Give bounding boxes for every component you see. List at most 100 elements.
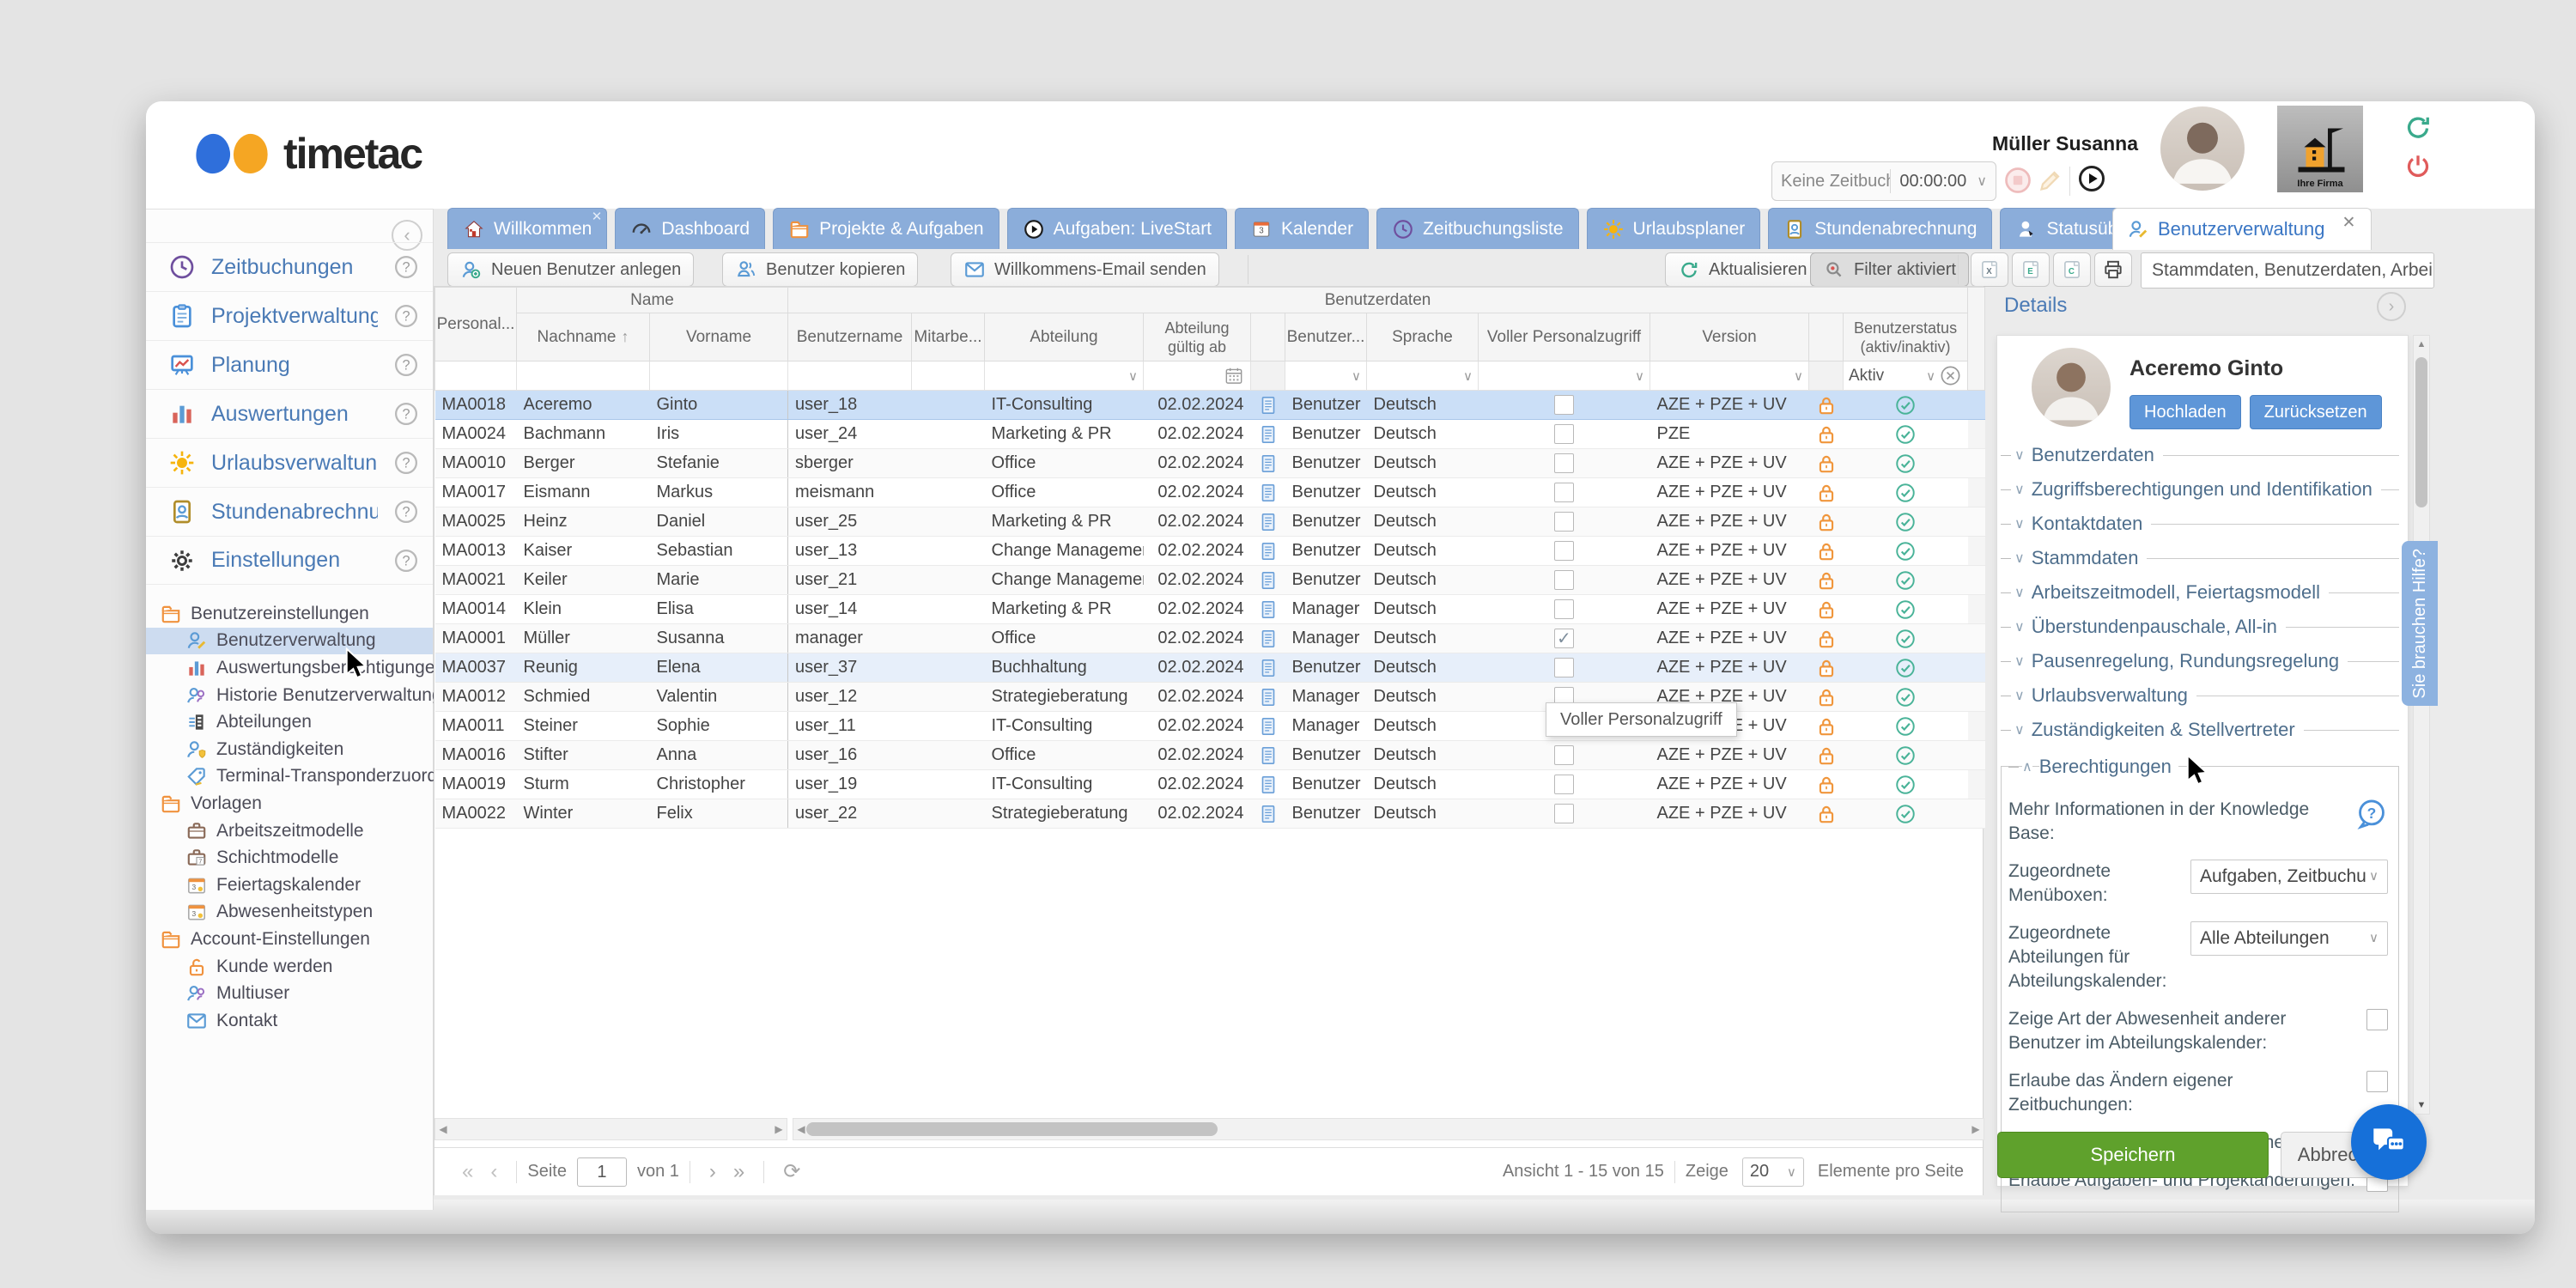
filter-status-select[interactable]: Aktiv ∨: [1844, 361, 1968, 391]
full-access-checkbox[interactable]: [1554, 629, 1574, 648]
table-row[interactable]: MA0016 Stifter Anna user_16 Office 02.02…: [435, 741, 1985, 770]
lock-icon[interactable]: [1815, 744, 1838, 767]
tree-item[interactable]: 3 Abwesenheitstypen: [146, 899, 433, 927]
chevron-down-icon[interactable]: ∨: [1975, 173, 1996, 190]
col-benutzerstatus[interactable]: Benutzerstatus (aktiv/inaktiv): [1844, 313, 1968, 361]
col-personalnr[interactable]: Personal...: [435, 288, 517, 361]
user-document-icon[interactable]: [1257, 482, 1279, 504]
full-access-checkbox[interactable]: [1554, 512, 1574, 532]
upload-photo-button[interactable]: Hochladen: [2129, 395, 2241, 429]
departments-dropdown[interactable]: Alle Abteilungen∨: [2190, 921, 2388, 956]
filter-nachname-input[interactable]: [517, 361, 650, 391]
help-icon[interactable]: ?: [393, 254, 419, 280]
export-csv-button[interactable]: C: [2053, 252, 2091, 287]
user-document-icon[interactable]: [1257, 511, 1279, 533]
export-excel-button[interactable]: X: [1971, 252, 2008, 287]
tab-close-icon[interactable]: ✕: [2342, 213, 2355, 233]
table-row[interactable]: MA0022 Winter Felix user_22 Strategieber…: [435, 799, 1985, 829]
details-section-header[interactable]: ∨ Kontaktdaten: [2001, 507, 2399, 541]
details-section-header[interactable]: ∨ Urlaubsverwaltung: [2001, 678, 2399, 713]
menuboxes-dropdown[interactable]: Aufgaben, Zeitbuchu∨: [2190, 860, 2388, 894]
detail-user-avatar[interactable]: [2032, 348, 2111, 427]
active-status-icon[interactable]: [1894, 744, 1917, 767]
knowledge-base-help-icon[interactable]: ?: [2355, 798, 2388, 830]
lock-icon[interactable]: [1815, 628, 1838, 650]
active-status-icon[interactable]: [1894, 394, 1917, 416]
permission-checkbox[interactable]: [2366, 1071, 2388, 1092]
active-status-icon[interactable]: [1894, 423, 1917, 446]
lock-icon[interactable]: [1815, 686, 1838, 708]
page-size-dropdown[interactable]: 20∨: [1742, 1157, 1804, 1187]
col-benutzername[interactable]: Benutzername: [788, 313, 912, 361]
user-document-icon[interactable]: [1257, 540, 1279, 562]
save-button[interactable]: Speichern: [1997, 1132, 2269, 1178]
col-voller-personalzugriff[interactable]: Voller Personalzugriff: [1479, 313, 1650, 361]
tree-item[interactable]: Kunde werden: [146, 953, 433, 981]
view-columns-dropdown[interactable]: Stammdaten, Benutzerdaten, Arbei ∨: [2141, 252, 2434, 289]
tree-item[interactable]: Terminal-Transponderzuordnung: [146, 763, 433, 791]
table-row[interactable]: MA0012 Schmied Valentin user_12 Strategi…: [435, 683, 1985, 712]
help-icon[interactable]: ?: [393, 499, 419, 525]
filter-rolle-select[interactable]: ∨: [1285, 361, 1367, 391]
lock-icon[interactable]: [1815, 715, 1838, 738]
tab[interactable]: Willkommen ✕: [447, 208, 607, 249]
refresh-app-icon[interactable]: [2403, 112, 2433, 143]
tab[interactable]: Projekte & Aufgaben ✕: [773, 208, 999, 249]
user-document-icon[interactable]: [1257, 394, 1279, 416]
lock-icon[interactable]: [1815, 803, 1838, 825]
table-row[interactable]: MA0017 Eismann Markus meismann Office 02…: [435, 478, 1985, 507]
col-abteilung-gueltig-ab[interactable]: Abteilung gültig ab: [1144, 313, 1251, 361]
col-sprache[interactable]: Sprache: [1367, 313, 1479, 361]
user-document-icon[interactable]: [1257, 598, 1279, 621]
user-document-icon[interactable]: [1257, 774, 1279, 796]
col-vorname[interactable]: Vorname: [650, 313, 788, 361]
time-tracking-widget[interactable]: Keine Zeitbuchun... 00:00:00 ∨: [1771, 161, 1996, 201]
table-row[interactable]: MA0024 Bachmann Iris user_24 Marketing &…: [435, 420, 1985, 449]
details-section-header[interactable]: ∨ Stammdaten: [2001, 541, 2399, 575]
tree-item[interactable]: Abteilungen: [146, 708, 433, 736]
tab[interactable]: Stundenabrechnung ✕: [1768, 208, 1992, 249]
next-page-icon[interactable]: ›: [709, 1160, 716, 1184]
active-status-icon[interactable]: [1894, 774, 1917, 796]
tab[interactable]: Zeitbuchungsliste ✕: [1376, 208, 1578, 249]
refresh-table-button[interactable]: Aktualisieren: [1665, 252, 1820, 287]
details-scrollbar-thumb[interactable]: [2415, 357, 2427, 507]
help-icon[interactable]: ?: [393, 548, 419, 574]
user-document-icon[interactable]: [1257, 715, 1279, 738]
help-icon[interactable]: ?: [393, 401, 419, 427]
details-section-header[interactable]: ∨ Zuständigkeiten & Stellvertreter: [2001, 713, 2399, 747]
full-access-checkbox[interactable]: [1554, 570, 1574, 590]
first-page-icon[interactable]: «: [462, 1160, 473, 1184]
table-row[interactable]: MA0014 Klein Elisa user_14 Marketing & P…: [435, 595, 1985, 624]
active-status-icon[interactable]: [1894, 482, 1917, 504]
col-version[interactable]: Version: [1650, 313, 1809, 361]
sidebar-menu-item[interactable]: Urlaubsverwaltung ?: [146, 438, 433, 487]
page-number-input[interactable]: 1: [577, 1157, 627, 1187]
prev-page-icon[interactable]: ‹: [490, 1160, 497, 1184]
table-row[interactable]: MA0011 Steiner Sophie user_11 IT-Consult…: [435, 712, 1985, 741]
table-row[interactable]: MA0013 Kaiser Sebastian user_13 Change M…: [435, 537, 1985, 566]
tab[interactable]: Aufgaben: LiveStart ✕: [1007, 208, 1227, 249]
table-row[interactable]: MA0001 Müller Susanna manager Office 02.…: [435, 624, 1985, 653]
filter-personalnr-input[interactable]: [435, 361, 517, 391]
tree-item[interactable]: Auswertungsberechtigungen: [146, 654, 433, 682]
tree-item[interactable]: Arbeitszeitmodelle: [146, 817, 433, 845]
help-tab[interactable]: Sie brauchen Hilfe?: [2402, 541, 2438, 706]
active-status-icon[interactable]: [1894, 715, 1917, 738]
active-status-icon[interactable]: [1894, 803, 1917, 825]
company-logo[interactable]: Ihre Firma: [2277, 106, 2363, 192]
lock-icon[interactable]: [1815, 394, 1838, 416]
lock-icon[interactable]: [1815, 657, 1838, 679]
filter-sprache-select[interactable]: ∨: [1367, 361, 1479, 391]
start-recording-icon[interactable]: [2076, 163, 2107, 194]
tree-item[interactable]: Benutzereinstellungen: [146, 600, 433, 628]
table-row[interactable]: MA0021 Keiler Marie user_21 Change Manag…: [435, 566, 1985, 595]
sidebar-menu-item[interactable]: Stundenabrechnung ?: [146, 487, 433, 536]
lock-icon[interactable]: [1815, 423, 1838, 446]
scrollbar-thumb[interactable]: [806, 1122, 1218, 1136]
clear-filter-icon[interactable]: [1939, 364, 1962, 387]
sidebar-menu-item[interactable]: Projektverwaltung ?: [146, 291, 433, 340]
last-page-icon[interactable]: »: [733, 1160, 744, 1184]
table-horizontal-scrollbar[interactable]: ◀ ▶: [793, 1118, 1984, 1140]
tree-item[interactable]: 7 Schichtmodelle: [146, 844, 433, 872]
